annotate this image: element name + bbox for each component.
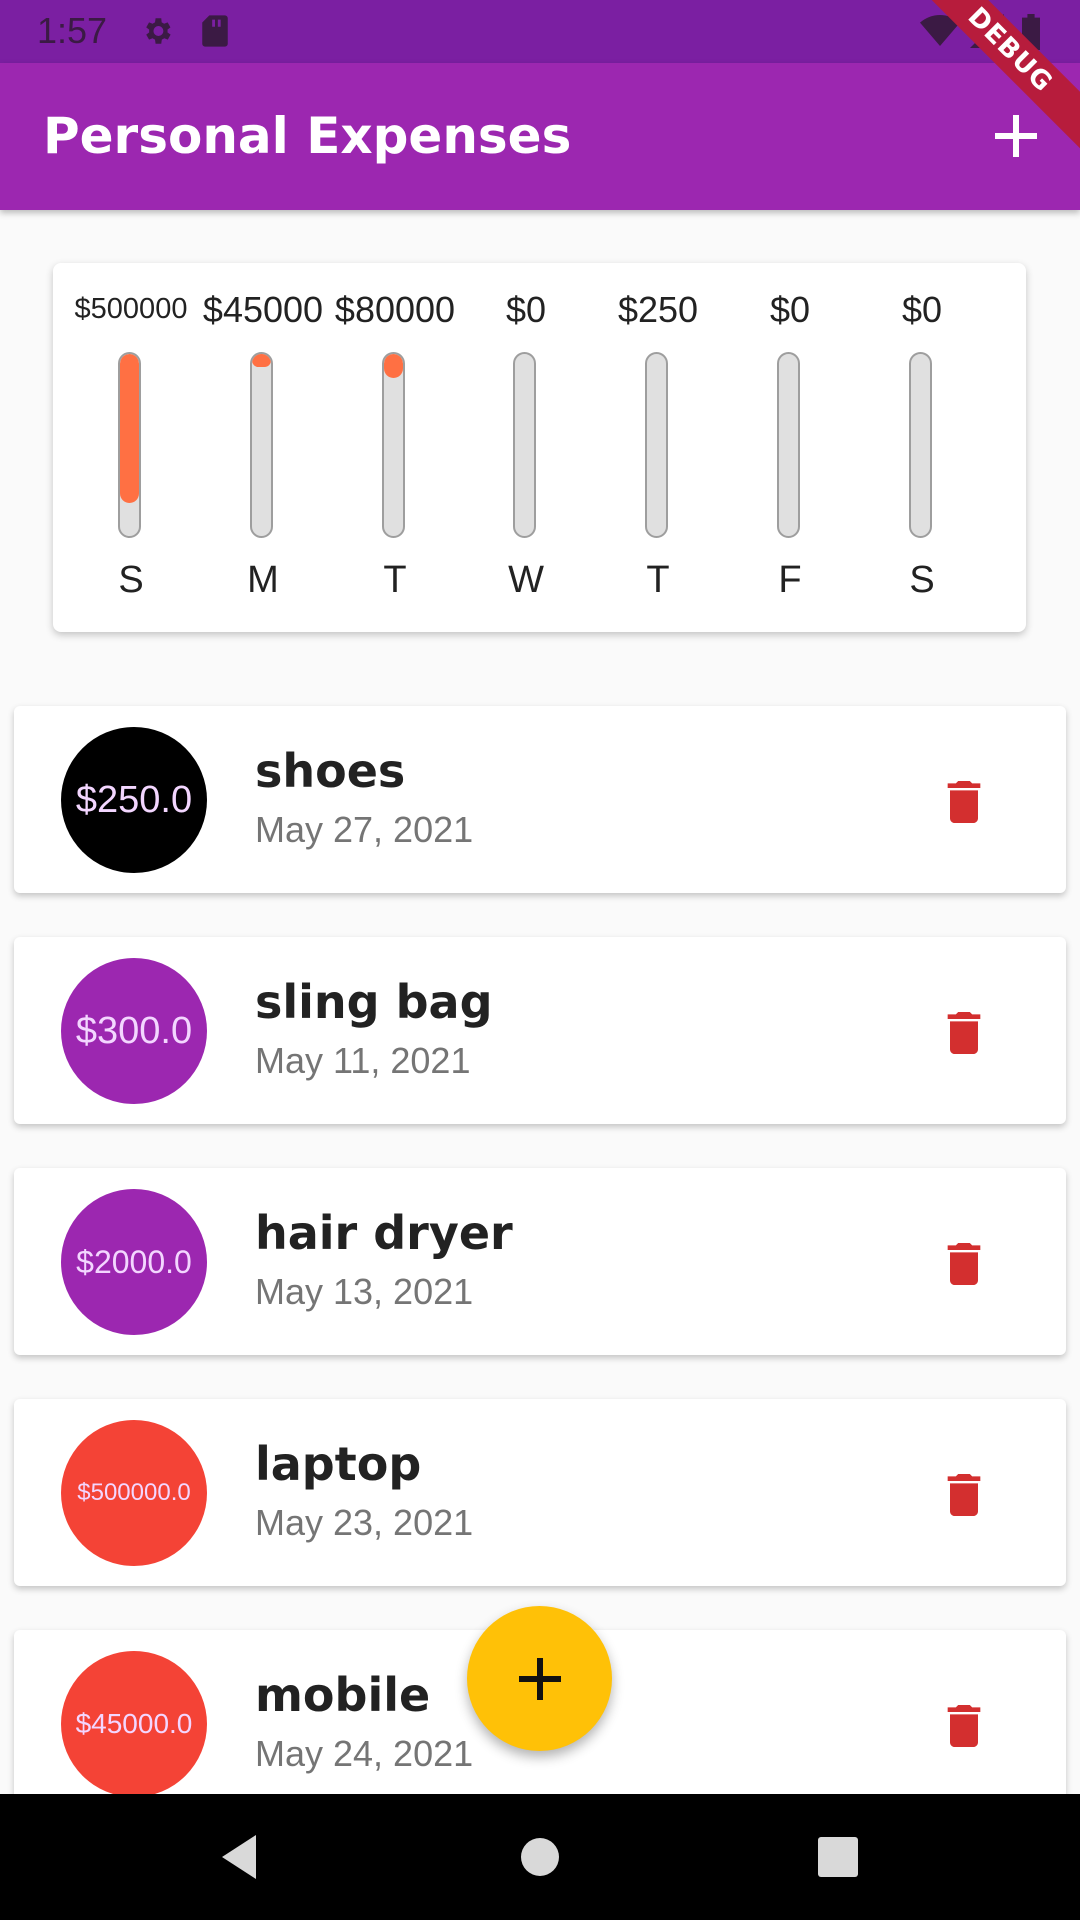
chart-bar-track	[909, 352, 932, 538]
transaction-amount-avatar: $250.0	[61, 727, 207, 873]
plus-icon	[518, 1657, 561, 1700]
chart-bar-day-label: W	[508, 559, 544, 601]
wifi-icon	[920, 14, 960, 52]
trash-icon	[947, 1012, 981, 1054]
weekly-chart-card: $500000 S $45000 M $80000 T $0 W $250 T $0 F $0 S	[53, 263, 1026, 632]
chart-bar-column: $0 F	[724, 263, 856, 632]
chart-bar-column: $500000 S	[65, 263, 197, 632]
gear-icon	[140, 14, 174, 52]
chart-bar-track	[645, 352, 668, 538]
back-button[interactable]	[212, 1827, 272, 1887]
transaction-date: May 24, 2021	[255, 1733, 474, 1774]
add-expense-button[interactable]	[985, 105, 1047, 167]
chart-bar-amount: $0	[505, 289, 547, 330]
chart-bar-amount: $0	[769, 289, 811, 330]
transaction-title: shoes	[255, 744, 406, 798]
battery-icon	[1020, 14, 1042, 54]
chart-bar-column: $0 W	[460, 263, 592, 632]
chart-bar-day-label: T	[646, 559, 670, 601]
trash-icon	[947, 1474, 981, 1516]
chart-bar-day-label: M	[247, 559, 279, 601]
delete-transaction-button[interactable]	[936, 1698, 992, 1754]
transaction-date: May 23, 2021	[255, 1502, 474, 1543]
add-transaction-fab[interactable]	[467, 1606, 612, 1751]
app-bar: Personal Expenses	[0, 63, 1080, 210]
transaction-amount-avatar: $45000.0	[61, 1651, 207, 1797]
navigation-bar	[0, 1794, 1080, 1920]
trash-icon	[947, 781, 981, 823]
chart-bar-day-label: S	[909, 559, 935, 601]
transaction-date: May 13, 2021	[255, 1271, 474, 1312]
recents-button[interactable]	[808, 1827, 868, 1887]
chart-bar-fill	[120, 354, 139, 503]
transaction-title: mobile	[255, 1668, 431, 1722]
chart-bar-track	[513, 352, 536, 538]
chart-bar-column: $80000 T	[329, 263, 461, 632]
transaction-item: $250.0 shoes May 27, 2021	[14, 706, 1066, 893]
chart-bar-amount: $500000	[74, 293, 188, 325]
transaction-title: laptop	[255, 1437, 422, 1491]
chart-bar-day-label: S	[118, 559, 144, 601]
chart-bar-track	[777, 352, 800, 538]
status-bar: 1:57	[0, 0, 1080, 63]
chart-bar-column: $250 T	[592, 263, 724, 632]
recents-icon	[818, 1837, 858, 1877]
transaction-amount-avatar: $300.0	[61, 958, 207, 1104]
chart-bar-amount: $45000	[202, 289, 324, 330]
chart-bar-day-label: F	[778, 559, 802, 601]
chart-bar-column: $45000 M	[197, 263, 329, 632]
plus-icon	[995, 115, 1037, 157]
trash-icon	[947, 1705, 981, 1747]
transaction-date: May 27, 2021	[255, 809, 474, 850]
transaction-amount-avatar: $500000.0	[61, 1420, 207, 1566]
transaction-date: May 11, 2021	[255, 1040, 471, 1081]
transaction-item: $300.0 sling bag May 11, 2021	[14, 937, 1066, 1124]
chart-bar-track	[118, 352, 141, 538]
chart-bar-amount: $0	[901, 289, 943, 330]
trash-icon	[947, 1243, 981, 1285]
transaction-amount-avatar: $2000.0	[61, 1189, 207, 1335]
delete-transaction-button[interactable]	[936, 1467, 992, 1523]
transaction-title: hair dryer	[255, 1206, 513, 1260]
chart-bar-fill	[384, 354, 403, 378]
delete-transaction-button[interactable]	[936, 1005, 992, 1061]
transaction-item: $2000.0 hair dryer May 13, 2021	[14, 1168, 1066, 1355]
app-title: Personal Expenses	[43, 107, 572, 165]
sd-card-icon	[200, 14, 230, 52]
chart-bar-amount: $250	[617, 289, 699, 330]
chart-bar-amount: $80000	[334, 289, 456, 330]
delete-transaction-button[interactable]	[936, 774, 992, 830]
status-time: 1:57	[37, 10, 108, 51]
back-icon	[222, 1835, 256, 1879]
transaction-title: sling bag	[255, 975, 493, 1029]
chart-bar-column: $0 S	[856, 263, 988, 632]
chart-bar-day-label: T	[383, 559, 407, 601]
delete-transaction-button[interactable]	[936, 1236, 992, 1292]
home-button[interactable]	[510, 1827, 570, 1887]
chart-bar-fill	[252, 354, 271, 367]
chart-bar-track	[250, 352, 273, 538]
chart-bar-track	[382, 352, 405, 538]
home-icon	[521, 1838, 559, 1876]
signal-icon	[970, 14, 1004, 52]
transaction-item: $500000.0 laptop May 23, 2021	[14, 1399, 1066, 1586]
